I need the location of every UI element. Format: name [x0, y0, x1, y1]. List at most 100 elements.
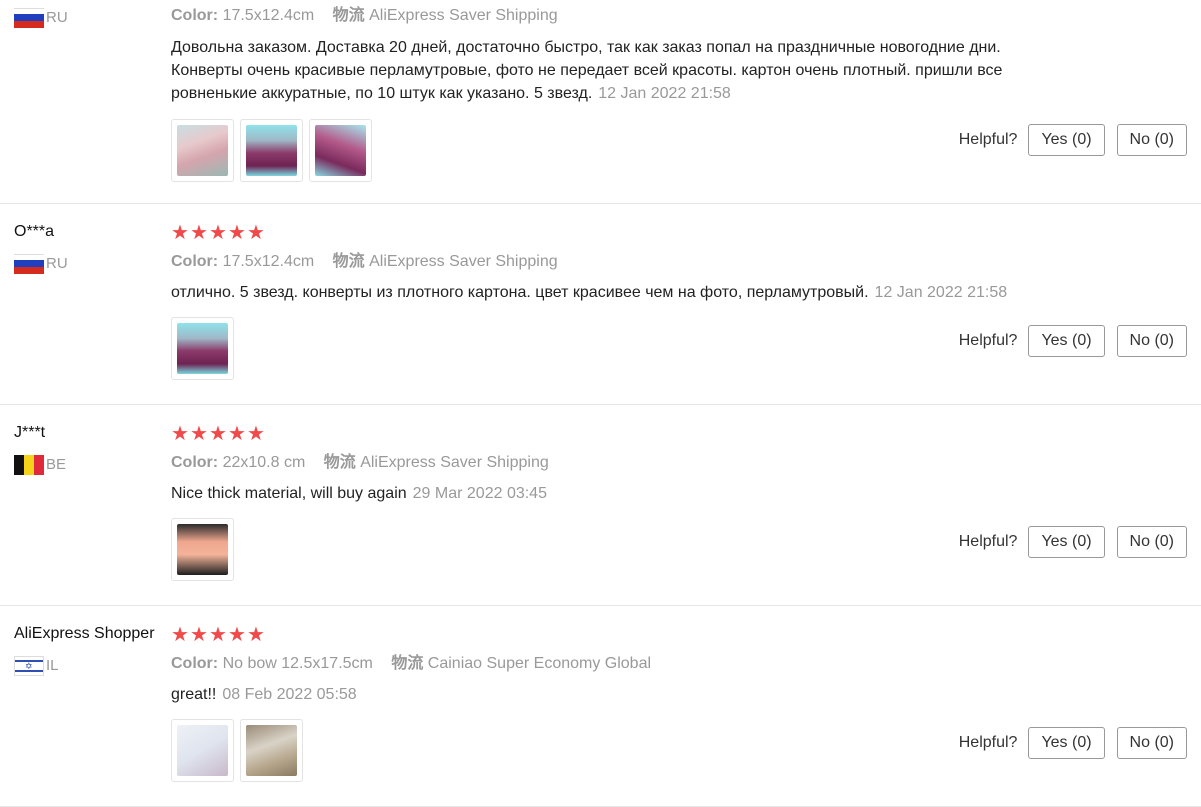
- review-content: Color: 17.5x12.4cm 物流 AliExpress Saver S…: [171, 0, 1091, 182]
- reviewer-info: AliExpress Shopper ✡ IL: [14, 624, 164, 676]
- star-icon: ★: [247, 222, 266, 244]
- reviewer-info: J***t BE: [14, 423, 164, 475]
- review-text: Nice thick material, will buy again 29 Ma…: [171, 485, 547, 502]
- star-icon: ★: [247, 423, 266, 445]
- review-photos: [171, 719, 1091, 782]
- color-value: No bow 12.5x17.5cm: [222, 655, 373, 672]
- review-photo[interactable]: [171, 317, 234, 380]
- country-code: BE: [46, 456, 67, 473]
- reviewer-name: O***a: [14, 223, 55, 240]
- shipping-label: 物流: [332, 7, 365, 24]
- shipping-label: 物流: [391, 655, 424, 672]
- review-item: J***t BE ★★★★★ Color: 22x10.8 cm 物流 AliE…: [0, 405, 1201, 606]
- reviewer-country: BE: [14, 455, 164, 475]
- review-item: RU Color: 17.5x12.4cm 物流 AliExpress Save…: [0, 0, 1201, 204]
- star-icon: ★: [171, 423, 190, 445]
- star-icon: ★: [171, 624, 190, 646]
- star-rating: ★★★★★: [171, 423, 1091, 445]
- star-rating: ★★★★★: [171, 624, 1091, 646]
- review-meta: Color: No bow 12.5x17.5cm 物流 Cainiao Sup…: [171, 653, 1091, 675]
- flag-ru-icon: [14, 254, 44, 274]
- review-photo[interactable]: [309, 119, 372, 182]
- shipping-label: 物流: [323, 454, 356, 471]
- review-item: AliExpress Shopper ✡ IL ★★★★★ Color: No …: [0, 606, 1201, 807]
- review-date: 12 Jan 2022 21:58: [598, 85, 731, 102]
- review-photo[interactable]: [171, 719, 234, 782]
- helpful-votes: Helpful? Yes (0) No (0): [959, 325, 1187, 357]
- review-photo[interactable]: [240, 119, 303, 182]
- star-rating: ★★★★★: [171, 222, 1091, 244]
- reviewer-name: J***t: [14, 424, 46, 441]
- star-icon: ★: [190, 423, 209, 445]
- reviewer-country: RU: [14, 254, 164, 274]
- review-photos: [171, 119, 1091, 182]
- color-value: 17.5x12.4cm: [222, 253, 315, 270]
- helpful-votes: Helpful? Yes (0) No (0): [959, 526, 1187, 558]
- country-code: RU: [46, 255, 68, 272]
- color-label: Color:: [171, 454, 219, 471]
- helpful-votes: Helpful? Yes (0) No (0): [959, 727, 1187, 759]
- review-photo[interactable]: [171, 119, 234, 182]
- helpful-no-button[interactable]: No (0): [1116, 526, 1187, 558]
- helpful-label: Helpful?: [958, 131, 1018, 148]
- shipping-value: Cainiao Super Economy Global: [427, 655, 652, 672]
- review-item: O***a RU ★★★★★ Color: 17.5x12.4cm 物流 Ali…: [0, 204, 1201, 405]
- review-text: great!! 08 Feb 2022 05:58: [171, 686, 357, 703]
- star-icon: ★: [190, 624, 209, 646]
- star-icon: ★: [209, 624, 228, 646]
- shipping-value: AliExpress Saver Shipping: [360, 454, 549, 471]
- review-meta: Color: 17.5x12.4cm 物流 AliExpress Saver S…: [171, 251, 1091, 273]
- country-code: IL: [46, 657, 59, 674]
- review-photos: [171, 518, 1091, 581]
- star-icon: ★: [247, 624, 266, 646]
- review-date: 29 Mar 2022 03:45: [412, 485, 547, 502]
- helpful-no-button[interactable]: No (0): [1116, 727, 1187, 759]
- helpful-yes-button[interactable]: Yes (0): [1028, 124, 1105, 156]
- helpful-no-button[interactable]: No (0): [1116, 325, 1187, 357]
- helpful-yes-button[interactable]: Yes (0): [1028, 727, 1105, 759]
- review-content: ★★★★★ Color: 22x10.8 cm 物流 AliExpress Sa…: [171, 423, 1091, 581]
- review-meta: Color: 17.5x12.4cm 物流 AliExpress Saver S…: [171, 5, 1091, 27]
- color-label: Color:: [171, 655, 219, 672]
- reviewer-country: ✡ IL: [14, 656, 164, 676]
- review-date: 12 Jan 2022 21:58: [874, 284, 1008, 301]
- review-photo[interactable]: [171, 518, 234, 581]
- review-text: Довольна заказом. Доставка 20 дней, дост…: [171, 39, 1003, 102]
- star-icon: ★: [228, 222, 247, 244]
- shipping-value: AliExpress Saver Shipping: [369, 7, 558, 24]
- helpful-yes-button[interactable]: Yes (0): [1028, 325, 1105, 357]
- shipping-value: AliExpress Saver Shipping: [369, 253, 558, 270]
- country-code: RU: [46, 9, 68, 26]
- color-label: Color:: [171, 253, 219, 270]
- flag-ru-icon: [14, 8, 44, 28]
- color-value: 17.5x12.4cm: [222, 7, 315, 24]
- reviewer-name: AliExpress Shopper: [14, 625, 155, 642]
- helpful-label: Helpful?: [958, 533, 1018, 550]
- flag-il-icon: ✡: [14, 656, 44, 676]
- reviewer-country: RU: [14, 8, 164, 28]
- star-icon: ★: [209, 222, 228, 244]
- star-icon: ★: [228, 624, 247, 646]
- review-content: ★★★★★ Color: No bow 12.5x17.5cm 物流 Caini…: [171, 624, 1091, 782]
- flag-be-icon: [14, 455, 44, 475]
- helpful-yes-button[interactable]: Yes (0): [1028, 526, 1105, 558]
- helpful-label: Helpful?: [958, 734, 1018, 751]
- star-icon: ★: [209, 423, 228, 445]
- color-value: 22x10.8 cm: [222, 454, 306, 471]
- helpful-no-button[interactable]: No (0): [1116, 124, 1187, 156]
- reviewer-info: RU: [14, 0, 164, 28]
- review-content: ★★★★★ Color: 17.5x12.4cm 物流 AliExpress S…: [171, 222, 1091, 380]
- color-label: Color:: [171, 7, 219, 24]
- review-date: 08 Feb 2022 05:58: [222, 686, 357, 703]
- review-meta: Color: 22x10.8 cm 物流 AliExpress Saver Sh…: [171, 452, 1091, 474]
- shipping-label: 物流: [332, 253, 365, 270]
- star-icon: ★: [190, 222, 209, 244]
- reviewer-info: O***a RU: [14, 222, 164, 274]
- star-icon: ★: [171, 222, 190, 244]
- helpful-label: Helpful?: [958, 332, 1018, 349]
- review-photo[interactable]: [240, 719, 303, 782]
- helpful-votes: Helpful? Yes (0) No (0): [959, 124, 1187, 156]
- star-icon: ★: [228, 423, 247, 445]
- review-text: отлично. 5 звезд. конверты из плотного к…: [171, 284, 1008, 301]
- review-photos: [171, 317, 1091, 380]
